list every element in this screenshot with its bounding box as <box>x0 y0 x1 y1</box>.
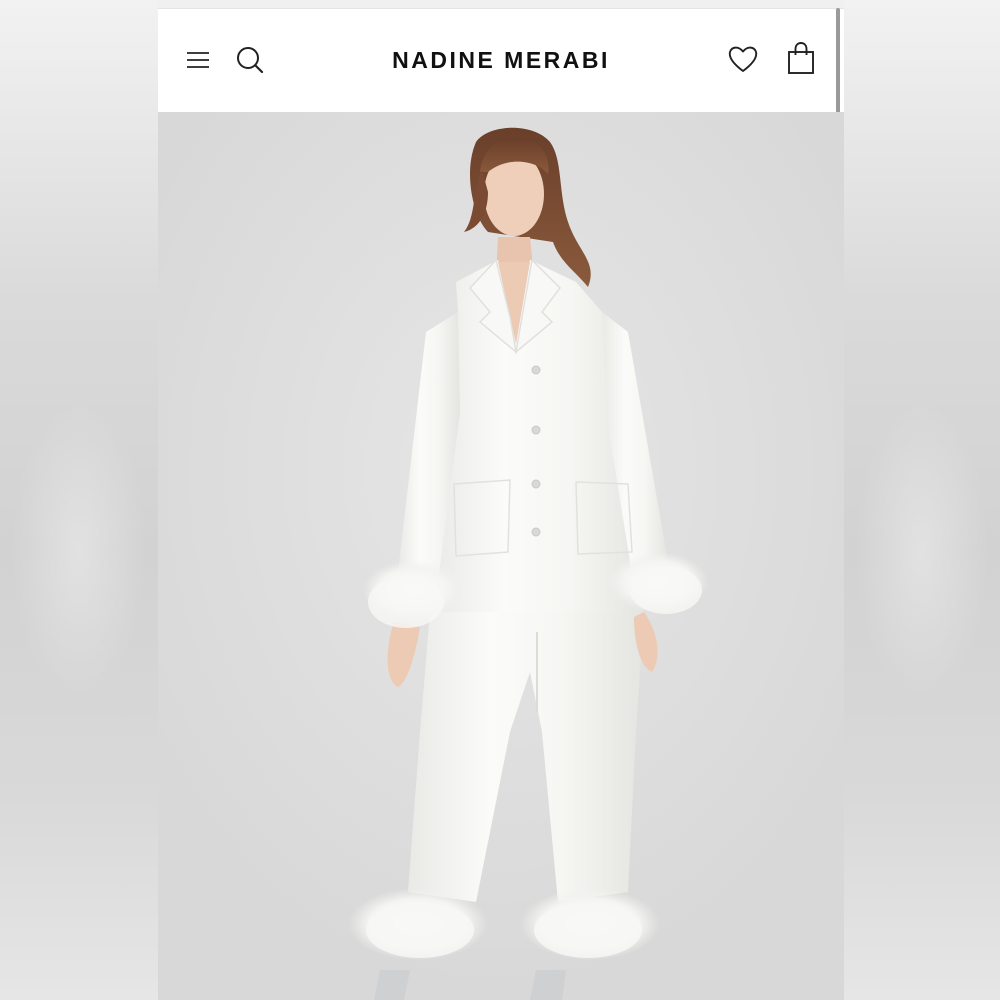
status-strip <box>158 0 844 9</box>
bag-button[interactable] <box>783 40 819 76</box>
model-photo <box>158 112 844 1000</box>
wishlist-button[interactable] <box>725 41 761 77</box>
shopping-bag-icon <box>788 42 814 74</box>
heart-icon <box>728 46 758 72</box>
blurred-background-left <box>0 0 158 1000</box>
site-header: NADINE MERABI <box>158 9 844 111</box>
mobile-page: NADINE MERABI <box>158 0 844 1000</box>
blurred-background-right <box>844 0 1000 1000</box>
product-hero-image[interactable] <box>158 112 844 1000</box>
